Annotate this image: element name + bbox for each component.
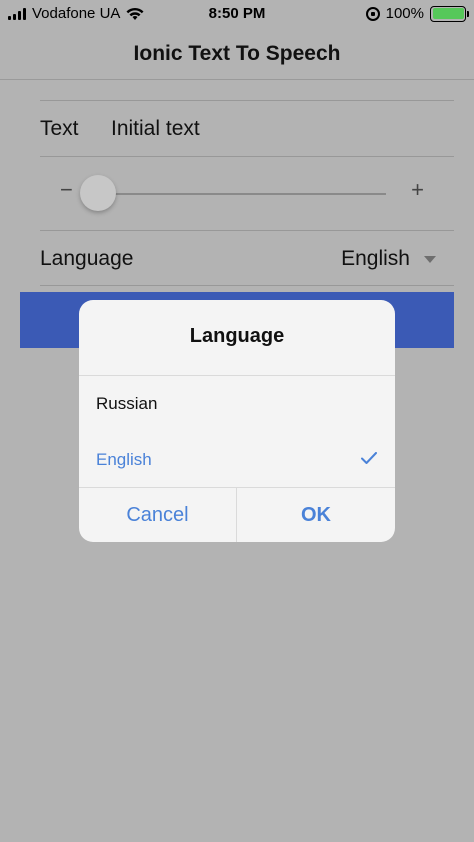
battery-percent: 100%	[385, 5, 424, 22]
language-select-row[interactable]: Language English	[40, 230, 454, 286]
cancel-button[interactable]: Cancel	[79, 488, 237, 542]
option-english[interactable]: English	[79, 432, 395, 488]
language-dialog: Language Russian English Cancel OK	[79, 300, 395, 542]
app-header: Ionic Text To Speech	[0, 28, 474, 80]
battery-fill	[432, 8, 464, 19]
option-label: Russian	[96, 394, 158, 413]
text-label: Text	[40, 117, 79, 140]
battery-icon	[430, 5, 469, 22]
caret-down-icon	[424, 256, 436, 263]
option-label: English	[96, 450, 152, 469]
rate-range-row: − +	[40, 156, 454, 230]
range-plus-label: +	[411, 177, 424, 202]
dialog-title: Language	[189, 325, 285, 347]
page-title: Ionic Text To Speech	[133, 41, 341, 65]
text-row[interactable]: Text Initial text	[40, 100, 454, 156]
option-russian[interactable]: Russian	[79, 376, 395, 432]
status-right: 100%	[365, 5, 469, 22]
ok-button[interactable]: OK	[237, 488, 395, 542]
status-bar: Vodafone UA 8:50 PM 100%	[0, 0, 474, 28]
text-input[interactable]: Initial text	[111, 117, 200, 141]
checkmark-icon	[361, 452, 377, 464]
range-track[interactable]	[98, 193, 386, 195]
language-select-value[interactable]: English	[341, 247, 410, 271]
language-label: Language	[40, 247, 134, 270]
range-knob[interactable]	[80, 175, 116, 211]
rotation-lock-icon	[365, 6, 380, 21]
range-minus-label: −	[60, 177, 73, 202]
